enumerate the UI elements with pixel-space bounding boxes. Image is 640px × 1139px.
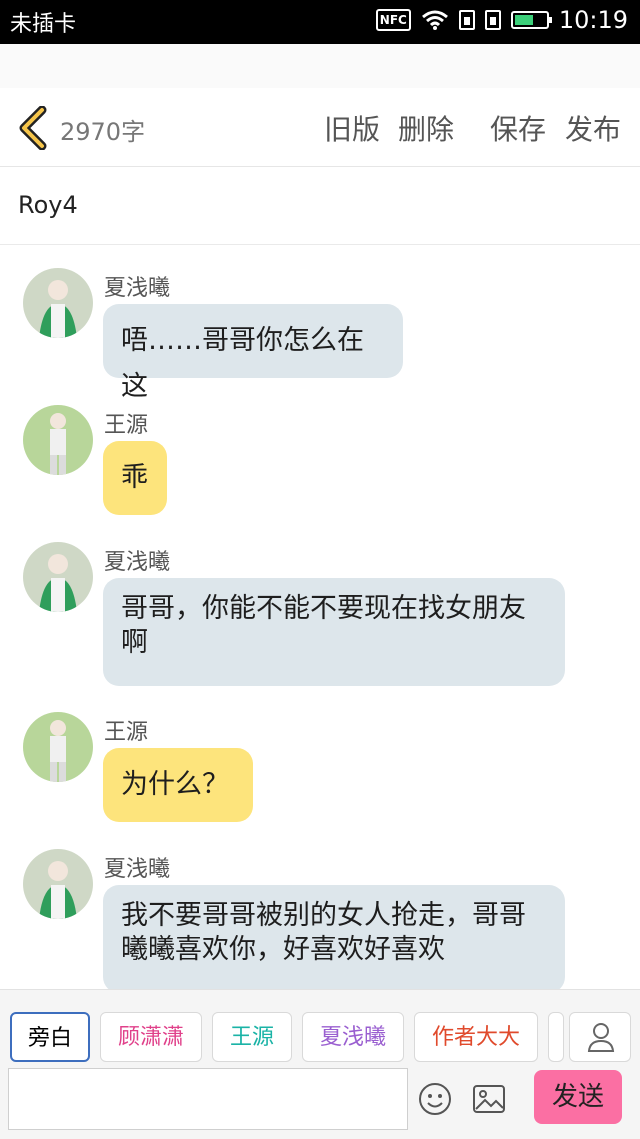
- add-character-button[interactable]: [569, 1012, 631, 1062]
- message-bubble: 哥哥，你能不能不要现在找女朋友啊: [103, 578, 565, 686]
- carrier-label: 未插卡: [10, 12, 77, 37]
- character-chip[interactable]: 作者大大: [414, 1012, 538, 1062]
- status-bar: 未插卡 NFC 10:19: [0, 0, 640, 44]
- sender-name: 王源: [104, 413, 149, 438]
- character-chip-narrator[interactable]: 旁白: [10, 1012, 90, 1062]
- avatar: [23, 712, 93, 782]
- message-bubble: 唔……哥哥你怎么在这: [103, 304, 403, 402]
- wifi-icon: [421, 10, 448, 30]
- publish-button[interactable]: 发布: [565, 108, 621, 148]
- nfc-icon: NFC: [375, 9, 411, 31]
- delete-button[interactable]: 删除: [398, 108, 454, 148]
- avatar: [23, 405, 93, 475]
- sim-card-icon: [484, 10, 501, 30]
- sender-name: 夏浅曦: [104, 550, 171, 575]
- message-bubble: 为什么？: [103, 748, 253, 822]
- avatar: [23, 849, 93, 919]
- save-button[interactable]: 保存: [490, 108, 546, 148]
- message-bubble: 乖: [103, 441, 167, 515]
- composer-panel: 旁白 顾潇潇 王源 夏浅曦 作者大大 发送: [0, 989, 640, 1139]
- story-title: Roy4: [18, 191, 78, 219]
- character-chip[interactable]: 顾潇潇: [100, 1012, 202, 1062]
- avatar: [23, 268, 93, 338]
- clock: 10:19: [558, 6, 628, 34]
- sender-name: 夏浅曦: [104, 276, 171, 301]
- smiley-icon[interactable]: [418, 1082, 452, 1116]
- chevron-left-icon[interactable]: [16, 106, 52, 150]
- story-title-row[interactable]: Roy4: [0, 167, 640, 245]
- sender-name: 夏浅曦: [104, 857, 171, 882]
- old-version-button[interactable]: 旧版: [324, 108, 380, 148]
- battery-icon: [510, 11, 552, 29]
- person-icon: [587, 1023, 615, 1052]
- character-chip-partial[interactable]: [548, 1012, 564, 1062]
- send-button[interactable]: 发送: [534, 1070, 622, 1124]
- image-icon[interactable]: [472, 1084, 506, 1114]
- character-chip[interactable]: 王源: [212, 1012, 292, 1062]
- message-bubble: 我不要哥哥被别的女人抢走，哥哥曦曦喜欢你，好喜欢好喜欢: [103, 885, 565, 993]
- sender-name: 王源: [104, 720, 149, 745]
- sim-card-icon: [458, 10, 475, 30]
- editor-toolbar: 2970字 旧版 删除 保存 发布: [0, 88, 640, 167]
- message-input[interactable]: [8, 1068, 408, 1130]
- avatar: [23, 542, 93, 612]
- word-count: 2970字: [60, 118, 146, 146]
- character-chip[interactable]: 夏浅曦: [302, 1012, 404, 1062]
